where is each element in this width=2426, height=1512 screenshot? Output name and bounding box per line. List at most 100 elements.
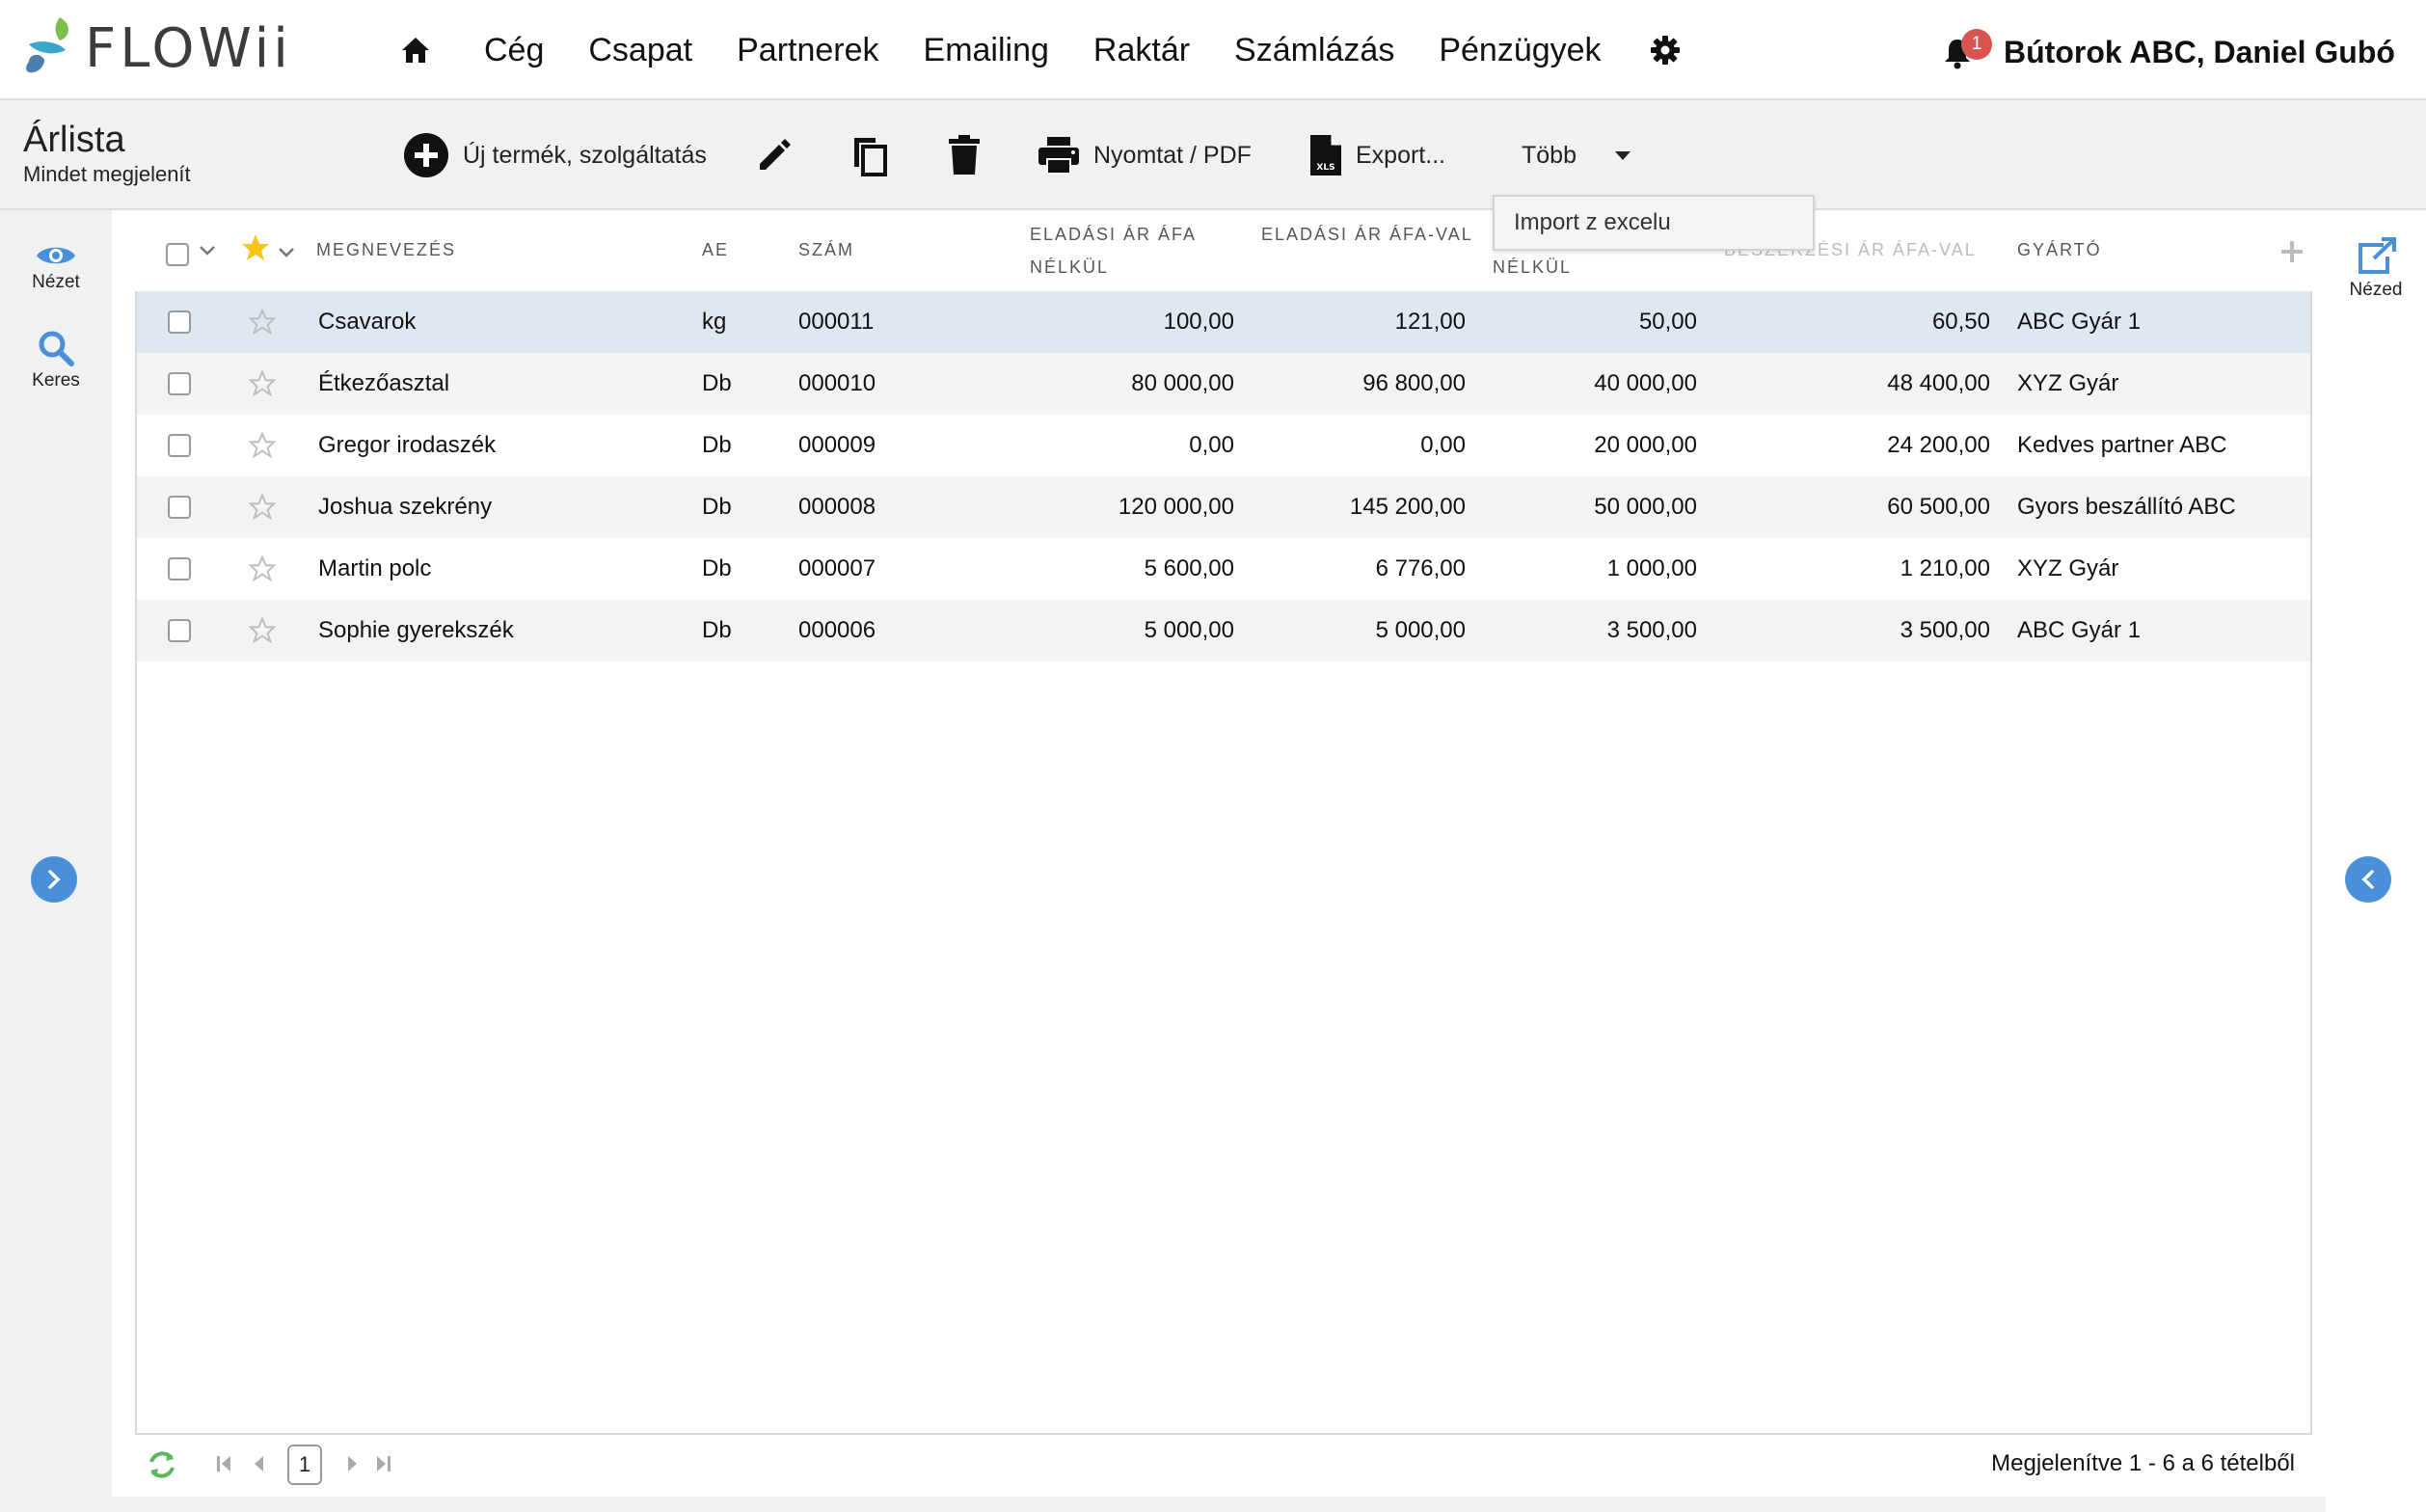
- header-sale-net-line2[interactable]: nélkül: [1030, 251, 1109, 284]
- search-button[interactable]: Keres: [0, 330, 112, 392]
- cell-sale-gross: 96 800,00: [1362, 370, 1466, 396]
- star-outline-icon[interactable]: [249, 617, 276, 644]
- view-label: Nézet: [32, 272, 80, 292]
- external-link-icon: [2359, 237, 2396, 274]
- user-account[interactable]: Bútorok ABC, Daniel Gubó: [2004, 35, 2395, 70]
- cell-sale-net: 5 600,00: [1144, 555, 1234, 581]
- logo-text[interactable]: FLOWii: [85, 17, 292, 80]
- table-row[interactable]: Sophie gyerekszék Db 000006 5 000,00 5 000,0…: [137, 600, 2310, 662]
- cell-manufacturer: XYZ Gyár: [2017, 555, 2119, 581]
- search-label: Keres: [32, 370, 80, 391]
- expand-left-panel-button[interactable]: [31, 856, 77, 903]
- delete-button[interactable]: [947, 100, 982, 210]
- gear-icon[interactable]: [1646, 31, 1685, 69]
- nav-item-csapat[interactable]: Csapat: [588, 32, 692, 69]
- edit-button[interactable]: [756, 100, 793, 210]
- cell-name: Martin polc: [318, 555, 432, 581]
- table-row[interactable]: Csavarok kg 000011 100,00 121,00 50,00 60,50 AB…: [137, 291, 2310, 353]
- expand-right-panel-button[interactable]: [2345, 856, 2391, 903]
- plus-circle-icon: [404, 133, 448, 177]
- cell-purchase-gross: 1 210,00: [1900, 555, 1990, 581]
- row-checkbox[interactable]: [168, 434, 191, 457]
- home-icon[interactable]: [395, 30, 436, 70]
- cell-manufacturer: Gyors beszállító ABC: [2017, 494, 2236, 520]
- cell-name: Joshua szekrény: [318, 494, 493, 520]
- cell-sale-net: 5 000,00: [1144, 617, 1234, 643]
- header-sale-gross[interactable]: Eladási ár áfa-val: [1261, 218, 1473, 251]
- open-detail-button[interactable]: Nézed: [2326, 237, 2426, 301]
- header-sale-net[interactable]: Eladási ár áfa: [1030, 218, 1197, 251]
- printer-icon: [1038, 137, 1079, 175]
- export-button[interactable]: XLS Export...: [1309, 100, 1445, 210]
- cell-purchase-net: 50 000,00: [1594, 494, 1697, 520]
- nav-item-raktar[interactable]: Raktár: [1093, 32, 1190, 69]
- row-checkbox[interactable]: [168, 496, 191, 519]
- refresh-icon[interactable]: [147, 1450, 177, 1479]
- header-manufacturer[interactable]: Gyártó: [2017, 233, 2102, 266]
- add-column-icon[interactable]: [2279, 239, 2305, 264]
- table-row[interactable]: Étkezőasztal Db 000010 80 000,00 96 800,00 40…: [137, 353, 2310, 415]
- main-nav: Cég Csapat Partnerek Emailing Raktár Szá…: [395, 0, 1685, 100]
- first-page-icon[interactable]: [214, 1452, 233, 1475]
- row-checkbox[interactable]: [168, 619, 191, 642]
- select-all-checkbox[interactable]: [166, 243, 189, 266]
- star-outline-icon[interactable]: [249, 432, 276, 459]
- cell-purchase-net: 1 000,00: [1606, 555, 1697, 581]
- chevron-down-icon[interactable]: [199, 245, 216, 256]
- copy-button[interactable]: [850, 100, 889, 210]
- flowii-logo-icon[interactable]: [21, 15, 79, 79]
- chevron-down-icon[interactable]: [278, 247, 295, 258]
- row-checkbox[interactable]: [168, 557, 191, 580]
- print-pdf-button[interactable]: Nyomtat / PDF: [1038, 100, 1252, 210]
- next-page-icon[interactable]: [343, 1452, 363, 1475]
- last-page-icon[interactable]: [374, 1452, 393, 1475]
- right-sidebar: Nézed: [2326, 210, 2426, 1512]
- nav-item-penzugyek[interactable]: Pénzügyek: [1439, 32, 1601, 69]
- table-row[interactable]: Martin polc Db 000007 5 600,00 6 776,00 1 000…: [137, 538, 2310, 600]
- cell-purchase-net: 40 000,00: [1594, 370, 1697, 396]
- chevron-left-icon: [2361, 870, 2374, 889]
- row-checkbox[interactable]: [168, 372, 191, 395]
- star-outline-icon[interactable]: [249, 555, 276, 582]
- cell-purchase-net: 50,00: [1638, 309, 1697, 335]
- previous-page-icon[interactable]: [249, 1452, 268, 1475]
- nav-item-emailing[interactable]: Emailing: [924, 32, 1049, 69]
- nav-item-partnerek[interactable]: Partnerek: [737, 32, 878, 69]
- star-filled-icon[interactable]: [241, 233, 270, 262]
- view-button[interactable]: Nézet: [0, 243, 112, 293]
- pencil-icon: [760, 139, 791, 170]
- open-detail-label: Nézed: [2349, 280, 2403, 300]
- header-name[interactable]: Megnevezés: [316, 233, 456, 266]
- table-row[interactable]: Joshua szekrény Db 000008 120 000,00 145 200…: [137, 476, 2310, 538]
- cell-purchase-gross: 60 500,00: [1887, 494, 1990, 520]
- star-outline-icon[interactable]: [249, 370, 276, 397]
- new-item-button[interactable]: Új termék, szolgáltatás: [403, 100, 707, 210]
- star-outline-icon[interactable]: [249, 494, 276, 521]
- cell-sale-gross: 0,00: [1420, 432, 1466, 458]
- page-number-input[interactable]: 1: [287, 1444, 322, 1485]
- nav-item-szamlazas[interactable]: Számlázás: [1234, 32, 1394, 69]
- row-checkbox[interactable]: [168, 310, 191, 334]
- more-label: Több: [1522, 141, 1577, 169]
- cell-unit: Db: [702, 432, 732, 458]
- star-outline-icon[interactable]: [249, 309, 276, 336]
- menu-item-import-excel[interactable]: Import z excelu: [1514, 209, 1671, 236]
- page-subtitle[interactable]: Mindet megjelenít: [23, 162, 191, 187]
- header-purchase-net-line2[interactable]: nélkül: [1493, 251, 1572, 284]
- cell-sale-net: 100,00: [1163, 309, 1234, 335]
- svg-text:XLS: XLS: [1316, 163, 1334, 173]
- cell-number: 000009: [798, 432, 876, 458]
- header-unit[interactable]: AE: [702, 233, 729, 266]
- more-dropdown-menu: Import z excelu: [1493, 195, 1815, 251]
- cell-purchase-gross: 24 200,00: [1887, 432, 1990, 458]
- search-icon: [39, 331, 74, 366]
- table-header: Megnevezés AE Szám Eladási ár áfa nélkül…: [112, 210, 2326, 291]
- print-pdf-label: Nyomtat / PDF: [1093, 141, 1252, 169]
- export-label: Export...: [1356, 141, 1446, 169]
- header-number[interactable]: Szám: [798, 233, 854, 266]
- nav-item-ceg[interactable]: Cég: [484, 32, 544, 69]
- table-row[interactable]: Gregor irodaszék Db 000009 0,00 0,00 20 000,0…: [137, 415, 2310, 476]
- more-dropdown-button[interactable]: Több: [1522, 100, 1631, 210]
- cell-unit: Db: [702, 555, 732, 581]
- top-navbar: FLOWii Cég Csapat Partnerek Emailing Rak…: [0, 0, 2426, 100]
